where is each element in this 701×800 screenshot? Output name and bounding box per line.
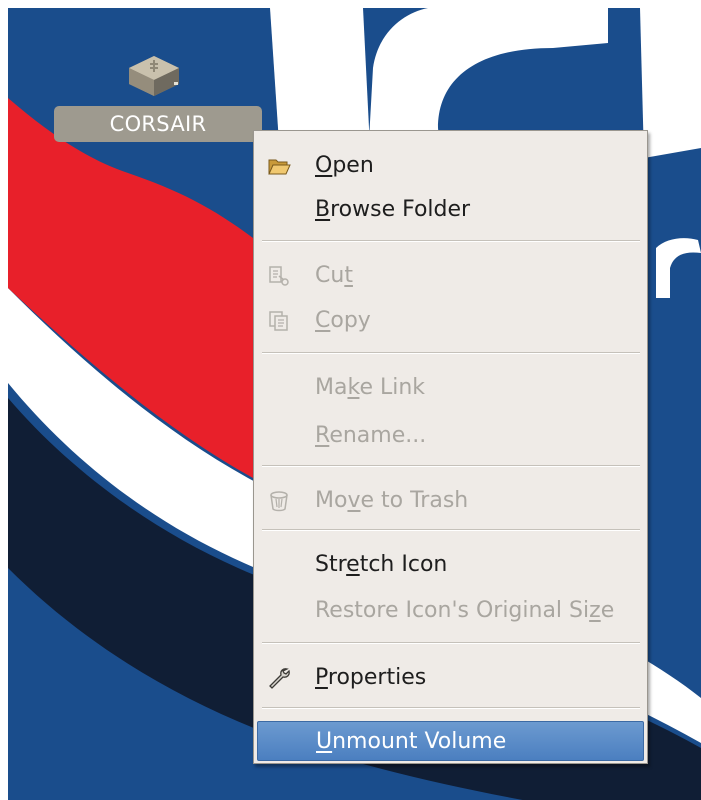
folder-open-icon <box>268 159 291 175</box>
menu-item-open[interactable]: Open <box>257 146 644 186</box>
menu-item-rename[interactable]: Rename... <box>257 416 644 456</box>
menu-item-unmount-volume[interactable]: Unmount Volume <box>257 721 644 761</box>
menu-item-browse-folder[interactable]: Browse Folder <box>257 190 644 230</box>
menu-separator <box>262 352 640 354</box>
context-menu: Open Browse Folder Cut Copy Make Link Re… <box>253 130 648 764</box>
desktop[interactable]: CORSAIR Open Browse Folder Cut Copy Make… <box>8 8 701 800</box>
trash-icon <box>270 491 288 512</box>
menu-separator <box>262 707 640 709</box>
menu-separator <box>262 642 640 644</box>
menu-item-stretch-icon[interactable]: Stretch Icon <box>257 545 644 585</box>
properties-wrench-icon <box>269 668 290 689</box>
menu-item-cut[interactable]: Cut <box>257 256 644 296</box>
cut-icon <box>269 266 289 286</box>
menu-item-copy[interactable]: Copy <box>257 301 644 341</box>
copy-icon <box>269 311 288 331</box>
menu-separator <box>262 465 640 467</box>
usb-drive-icon[interactable] <box>124 46 184 104</box>
menu-item-move-to-trash[interactable]: Move to Trash <box>257 481 644 521</box>
menu-item-properties[interactable]: Properties <box>257 658 644 698</box>
menu-separator <box>262 240 640 242</box>
menu-item-restore-icon-size[interactable]: Restore Icon's Original Size <box>257 591 644 631</box>
menu-item-make-link[interactable]: Make Link <box>257 368 644 408</box>
drive-label[interactable]: CORSAIR <box>54 106 262 142</box>
menu-separator <box>262 529 640 531</box>
